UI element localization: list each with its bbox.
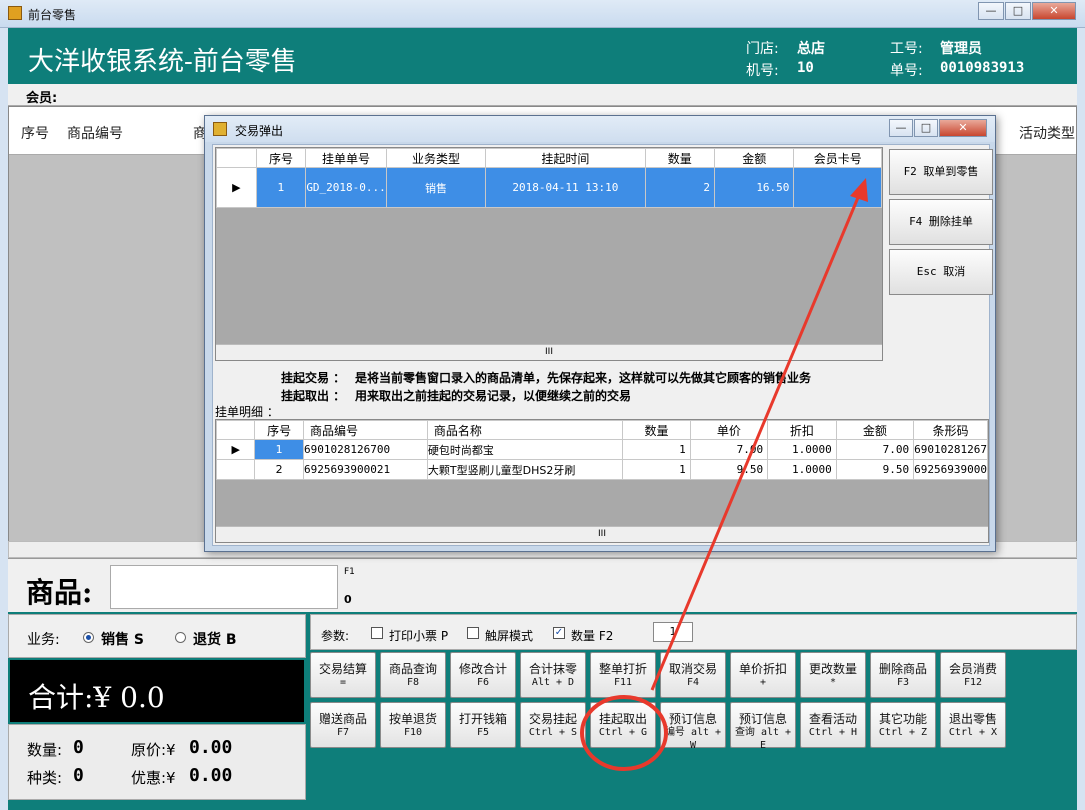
arrow-head-icon [850,178,868,202]
annotation-overlay [580,178,868,771]
annotation-circle [580,695,668,771]
annotation-arrow [650,187,864,691]
